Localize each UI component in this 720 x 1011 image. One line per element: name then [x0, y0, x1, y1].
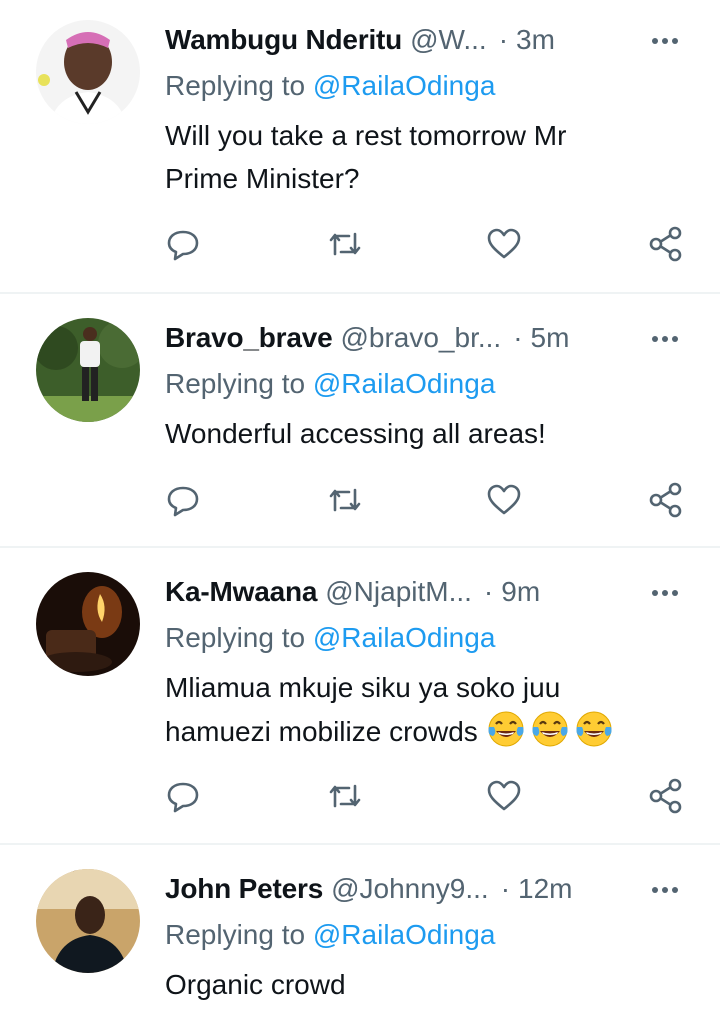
tweet-header: Ka-Mwaana @NjapitM... · 9m — [165, 572, 540, 612]
replying-to: Replying to @RailaOdinga — [165, 368, 495, 400]
replying-to: Replying to @RailaOdinga — [165, 919, 495, 951]
tweet-text-line: hamuezi mobilize crowds — [165, 709, 665, 753]
like-icon[interactable] — [484, 480, 524, 520]
author-handle[interactable]: @NjapitM... — [325, 576, 472, 608]
divider — [0, 292, 720, 294]
like-icon[interactable] — [484, 776, 524, 816]
face-with-tears-of-joy-icon — [576, 711, 612, 747]
share-icon[interactable] — [646, 224, 686, 264]
tweet[interactable]: Ka-Mwaana @NjapitM... · 9m Replying to @… — [0, 572, 720, 844]
mention-link[interactable]: @RailaOdinga — [313, 70, 496, 101]
separator-dot: · — [483, 576, 494, 607]
more-icon[interactable] — [650, 26, 680, 56]
retweet-icon[interactable] — [325, 480, 365, 520]
tweet-text: Will you take a rest tomorrow Mr Prime M… — [165, 114, 665, 200]
author-name[interactable]: Bravo_brave — [165, 322, 333, 354]
separator-dot: · — [513, 322, 523, 353]
author-handle[interactable]: @Johnny9... — [331, 873, 489, 905]
mention-link[interactable]: @RailaOdinga — [313, 919, 496, 950]
author-name[interactable]: Ka-Mwaana — [165, 576, 317, 608]
avatar[interactable] — [36, 318, 140, 422]
more-icon[interactable] — [650, 875, 680, 905]
separator-dot: · — [500, 873, 511, 904]
tweet-text: Organic crowd — [165, 969, 346, 1000]
replying-to-label: Replying to — [165, 622, 313, 653]
separator-dot: · — [498, 24, 509, 55]
like-icon[interactable] — [484, 224, 524, 264]
author-name[interactable]: John Peters — [165, 873, 323, 905]
avatar[interactable] — [36, 572, 140, 676]
author-handle[interactable]: @bravo_br... — [340, 322, 501, 354]
mention-link[interactable]: @RailaOdinga — [313, 622, 496, 653]
reply-icon[interactable] — [163, 776, 203, 816]
more-icon[interactable] — [650, 578, 680, 608]
tweet-text-line: Prime Minister? — [165, 163, 360, 194]
reply-icon[interactable] — [163, 224, 203, 264]
tweet-header: John Peters @Johnny9... · 12m — [165, 869, 573, 909]
replying-to-label: Replying to — [165, 368, 313, 399]
avatar[interactable] — [36, 869, 140, 973]
timestamp[interactable]: 5m — [531, 322, 570, 354]
author-handle[interactable]: @W... — [410, 24, 487, 56]
tweet-text-segment: hamuezi mobilize crowds — [165, 716, 478, 747]
face-with-tears-of-joy-icon — [532, 711, 568, 747]
timestamp[interactable]: 9m — [501, 576, 540, 608]
share-icon[interactable] — [646, 776, 686, 816]
tweet-header: Bravo_brave @bravo_br... · 5m — [165, 318, 569, 358]
retweet-icon[interactable] — [325, 776, 365, 816]
tweet[interactable]: Wambugu Nderitu @W... · 3m Replying to @… — [0, 20, 720, 290]
replying-to-label: Replying to — [165, 70, 313, 101]
emoji-group — [486, 711, 618, 747]
retweet-icon[interactable] — [325, 224, 365, 264]
mention-link[interactable]: @RailaOdinga — [313, 368, 496, 399]
timestamp[interactable]: 3m — [516, 24, 555, 56]
tweet-text: Mliamua mkuje siku ya soko juu hamuezi m… — [165, 666, 665, 753]
face-with-tears-of-joy-icon — [488, 711, 524, 747]
replying-to: Replying to @RailaOdinga — [165, 622, 495, 654]
tweet-text: Wonderful accessing all areas! — [165, 418, 546, 449]
tweet[interactable]: Bravo_brave @bravo_br... · 5m Replying t… — [0, 318, 720, 548]
avatar[interactable] — [36, 20, 140, 124]
tweet-header: Wambugu Nderitu @W... · 3m — [165, 20, 555, 60]
tweet[interactable]: John Peters @Johnny9... · 12m Replying t… — [0, 869, 720, 1011]
divider — [0, 843, 720, 845]
author-name[interactable]: Wambugu Nderitu — [165, 24, 402, 56]
replying-to-label: Replying to — [165, 919, 313, 950]
tweet-text-line: Will you take a rest tomorrow Mr — [165, 120, 567, 151]
share-icon[interactable] — [646, 480, 686, 520]
replying-to: Replying to @RailaOdinga — [165, 70, 495, 102]
timestamp[interactable]: 12m — [518, 873, 572, 905]
reply-icon[interactable] — [163, 480, 203, 520]
more-icon[interactable] — [650, 324, 680, 354]
divider — [0, 546, 720, 548]
reply-feed: Wambugu Nderitu @W... · 3m Replying to @… — [0, 0, 720, 1011]
tweet-text-line: Mliamua mkuje siku ya soko juu — [165, 672, 561, 703]
